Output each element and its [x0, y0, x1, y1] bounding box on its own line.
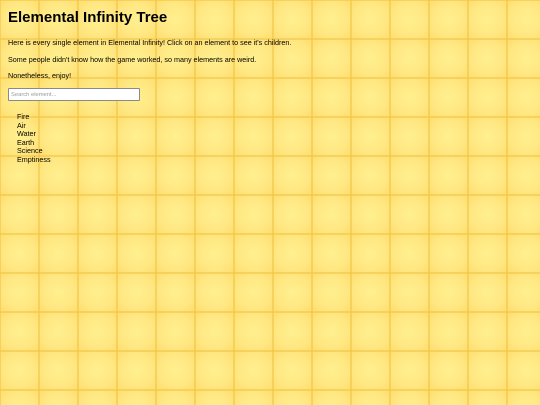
intro-text: Here is every single element in Elementa… [8, 38, 292, 47]
element-item-water[interactable]: Water [17, 130, 532, 139]
element-item-air[interactable]: Air [17, 121, 532, 131]
page-container: Elemental Infinity Tree Here is every si… [0, 0, 540, 173]
element-item-earth[interactable]: Earth [17, 138, 532, 148]
page-title: Elemental Infinity Tree [8, 9, 168, 26]
search-input[interactable] [8, 88, 140, 101]
outro-text: Nonetheless, enjoy! [8, 71, 72, 80]
element-item-fire[interactable]: Fire [17, 112, 532, 122]
element-item-emptiness[interactable]: Emptiness [17, 155, 532, 165]
element-item-science[interactable]: Science [17, 147, 532, 156]
element-list: Fire Air Water Earth Science Emptiness [8, 112, 532, 165]
note-text: Some people didn't know how the game wor… [8, 54, 257, 64]
